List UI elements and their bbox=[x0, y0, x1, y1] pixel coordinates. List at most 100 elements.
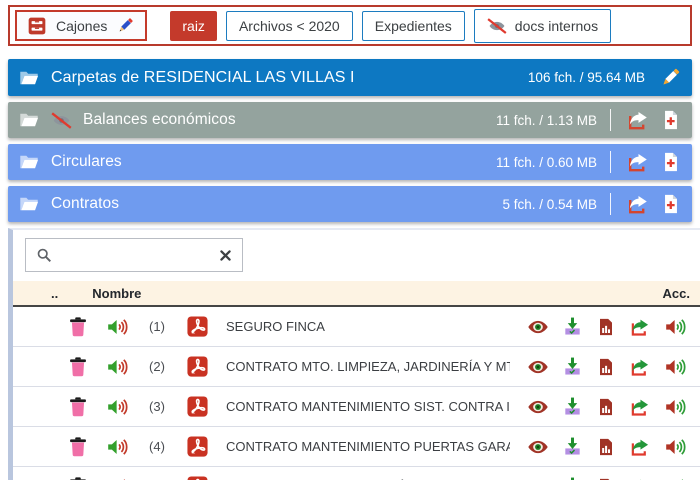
share-file-icon[interactable] bbox=[629, 476, 651, 480]
folder-icon bbox=[18, 151, 40, 173]
file-number: (2) bbox=[149, 359, 165, 374]
delete-file-icon[interactable] bbox=[67, 435, 89, 458]
folder-name: Contratos bbox=[51, 195, 120, 212]
search-icon bbox=[35, 246, 53, 264]
table-row: (3) CONTRATO MANTENIMIENTO SIST. CONTRA … bbox=[13, 387, 700, 427]
share-folder-icon[interactable] bbox=[626, 192, 650, 216]
read-aloud-icon[interactable] bbox=[664, 436, 686, 458]
pdf-icon[interactable] bbox=[186, 475, 209, 480]
pdf-icon[interactable] bbox=[186, 395, 209, 418]
read-aloud-icon[interactable] bbox=[664, 476, 686, 480]
folder-stats: 11 fch. / 1.13 MB bbox=[495, 112, 597, 128]
folders-total-stats: 106 fch. / 95.64 MB bbox=[527, 70, 645, 85]
folder-row-balances[interactable]: Balances económicos 11 fch. / 1.13 MB bbox=[8, 102, 692, 138]
speaker-on-icon[interactable] bbox=[106, 396, 128, 418]
archivos-2020-button[interactable]: Archivos < 2020 bbox=[225, 10, 353, 41]
row-actions bbox=[527, 436, 686, 458]
file-number: (4) bbox=[149, 439, 165, 454]
file-stats-icon[interactable] bbox=[596, 357, 616, 377]
read-aloud-icon[interactable] bbox=[664, 396, 686, 418]
speaker-on-icon[interactable] bbox=[106, 316, 128, 338]
top-toolbar: Cajones raiz Archivos < 2020 Expedientes… bbox=[8, 5, 692, 46]
add-file-icon[interactable] bbox=[660, 109, 682, 131]
row-actions bbox=[527, 476, 686, 480]
table-header: .. Nombre Acc. bbox=[13, 281, 700, 307]
folder-icon bbox=[18, 193, 40, 215]
file-name[interactable]: CONTRATO MANTENIMIENTO PUERTAS GARAJE bbox=[226, 439, 510, 454]
cajones-label: Cajones bbox=[56, 17, 108, 34]
search-input[interactable] bbox=[59, 246, 212, 264]
pdf-icon[interactable] bbox=[186, 355, 209, 378]
file-stats-icon[interactable] bbox=[596, 477, 616, 480]
row-actions bbox=[527, 356, 686, 378]
share-file-icon[interactable] bbox=[629, 356, 651, 378]
table-row: (2) CONTRATO MTO. LIMPIEZA, JARDINERÍA Y… bbox=[13, 347, 700, 387]
column-acciones: Acc. bbox=[662, 285, 690, 301]
row-actions bbox=[527, 396, 686, 418]
docs-internos-label: docs internos bbox=[514, 17, 599, 34]
delete-file-icon[interactable] bbox=[67, 315, 89, 338]
file-name[interactable]: SEGURO FINCA bbox=[226, 319, 325, 334]
folder-row-circulares[interactable]: Circulares 11 fch. / 0.60 MB bbox=[8, 144, 692, 180]
folder-icon bbox=[18, 67, 40, 89]
search-box bbox=[25, 238, 243, 272]
file-stats-icon[interactable] bbox=[596, 397, 616, 417]
clear-search-icon[interactable] bbox=[218, 248, 233, 263]
file-stats-icon[interactable] bbox=[596, 437, 616, 457]
speaker-on-icon[interactable] bbox=[106, 356, 128, 378]
pdf-icon[interactable] bbox=[186, 435, 209, 458]
divider bbox=[610, 193, 611, 215]
share-folder-icon[interactable] bbox=[626, 150, 650, 174]
speaker-on-icon[interactable] bbox=[106, 436, 128, 458]
file-number: (1) bbox=[149, 319, 165, 334]
expedientes-button[interactable]: Expedientes bbox=[361, 10, 465, 41]
folder-row-contratos[interactable]: Contratos 5 fch. / 0.54 MB bbox=[8, 186, 692, 222]
read-aloud-icon[interactable] bbox=[664, 316, 686, 338]
view-file-icon[interactable] bbox=[527, 476, 549, 480]
row-actions bbox=[527, 316, 686, 338]
edit-pencil-icon[interactable] bbox=[116, 16, 135, 35]
pdf-icon[interactable] bbox=[186, 315, 209, 338]
file-stats-icon[interactable] bbox=[596, 317, 616, 337]
column-up-dir[interactable]: .. bbox=[51, 286, 58, 301]
column-nombre: Nombre bbox=[92, 285, 142, 301]
share-file-icon[interactable] bbox=[629, 316, 651, 338]
add-file-icon[interactable] bbox=[660, 193, 682, 215]
folder-name: Circulares bbox=[51, 153, 122, 170]
speaker-on-icon[interactable] bbox=[106, 476, 128, 480]
view-file-icon[interactable] bbox=[527, 436, 549, 458]
view-file-icon[interactable] bbox=[527, 356, 549, 378]
folder-stats: 5 fch. / 0.54 MB bbox=[502, 196, 597, 212]
divider bbox=[610, 151, 611, 173]
view-file-icon[interactable] bbox=[527, 316, 549, 338]
share-folder-icon[interactable] bbox=[626, 108, 650, 132]
folder-name: Balances económicos bbox=[83, 111, 236, 128]
share-file-icon[interactable] bbox=[629, 396, 651, 418]
hidden-docs-icon bbox=[487, 16, 507, 36]
folder-icon bbox=[18, 109, 40, 131]
share-file-icon[interactable] bbox=[629, 436, 651, 458]
file-name[interactable]: CONTRATO MANTENIMIENTO SIST. CONTRA INCE… bbox=[226, 399, 510, 414]
delete-file-icon[interactable] bbox=[67, 395, 89, 418]
delete-file-icon[interactable] bbox=[67, 475, 89, 480]
cajones-selector[interactable]: Cajones bbox=[15, 10, 148, 41]
files-panel: .. Nombre Acc. (1) SEGURO FINCA (2) CONT… bbox=[8, 228, 700, 480]
add-file-icon[interactable] bbox=[660, 151, 682, 173]
table-row: (5) CONTRATO DESINSECTACIÓN bbox=[13, 467, 700, 480]
file-number: (3) bbox=[149, 399, 165, 414]
view-file-icon[interactable] bbox=[527, 396, 549, 418]
edit-folders-icon[interactable] bbox=[659, 66, 682, 89]
download-file-icon[interactable] bbox=[562, 396, 583, 417]
divider bbox=[610, 109, 611, 131]
delete-file-icon[interactable] bbox=[67, 355, 89, 378]
table-row: (1) SEGURO FINCA bbox=[13, 307, 700, 347]
read-aloud-icon[interactable] bbox=[664, 356, 686, 378]
download-file-icon[interactable] bbox=[562, 476, 583, 480]
download-file-icon[interactable] bbox=[562, 356, 583, 377]
file-name[interactable]: CONTRATO MTO. LIMPIEZA, JARDINERÍA Y MTO… bbox=[226, 359, 510, 374]
folders-header: Carpetas de RESIDENCIAL LAS VILLAS I 106… bbox=[8, 59, 692, 96]
raiz-button[interactable]: raiz bbox=[170, 10, 217, 41]
download-file-icon[interactable] bbox=[562, 316, 583, 337]
download-file-icon[interactable] bbox=[562, 436, 583, 457]
docs-internos-button[interactable]: docs internos bbox=[473, 8, 612, 43]
